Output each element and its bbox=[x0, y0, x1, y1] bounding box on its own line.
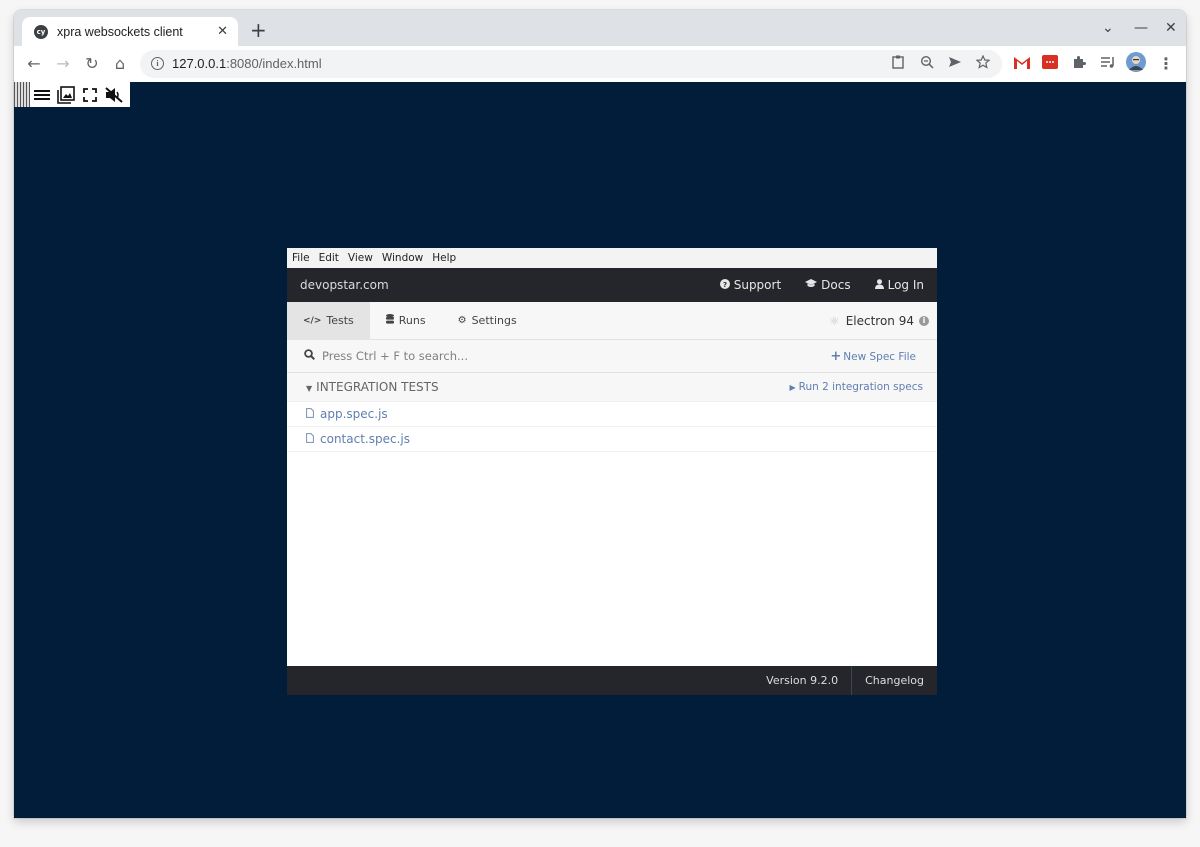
clipboard-icon[interactable] bbox=[892, 55, 904, 73]
tab-runs-label: Runs bbox=[398, 314, 426, 327]
question-circle-icon: ? bbox=[719, 278, 730, 292]
graduation-cap-icon bbox=[805, 279, 818, 291]
tab-settings-label: Settings bbox=[471, 314, 517, 327]
version-label: Version 9.2.0 bbox=[753, 666, 853, 695]
xpra-toolbar bbox=[14, 82, 130, 107]
support-label: Support bbox=[733, 278, 782, 292]
media-queue-icon[interactable] bbox=[1100, 54, 1116, 73]
address-bar[interactable]: i 127.0.0.1:8080/index.html bbox=[140, 50, 1002, 78]
spec-name: contact.spec.js bbox=[320, 432, 410, 446]
close-window-icon[interactable]: ✕ bbox=[1165, 20, 1177, 36]
run-all-label: Run 2 integration specs bbox=[798, 381, 923, 393]
support-link[interactable]: ? Support bbox=[719, 278, 782, 292]
menu-edit[interactable]: Edit bbox=[319, 252, 339, 264]
nav-tabs: </> Tests Runs ⚙ Settings ⚛ Electron 94 … bbox=[287, 301, 937, 340]
code-icon: </> bbox=[303, 315, 322, 326]
spec-search-input[interactable] bbox=[322, 349, 622, 363]
drag-handle[interactable] bbox=[14, 82, 30, 107]
windows-icon[interactable] bbox=[54, 83, 78, 107]
mute-icon[interactable] bbox=[102, 83, 126, 107]
tab-close-icon[interactable]: ✕ bbox=[217, 24, 228, 39]
menu-view[interactable]: View bbox=[348, 252, 373, 264]
minimize-icon[interactable]: — bbox=[1134, 20, 1148, 36]
caret-down-icon: ▼ bbox=[306, 384, 313, 393]
tab-strip: cy xpra websockets client ✕ + ⌄ — ✕ bbox=[14, 10, 1186, 46]
cypress-favicon-icon: cy bbox=[34, 24, 48, 39]
xpra-viewport: File Edit View Window Help devopstar.com… bbox=[14, 82, 1186, 818]
project-name: devopstar.com bbox=[300, 278, 389, 292]
docs-link[interactable]: Docs bbox=[805, 278, 851, 292]
tab-settings[interactable]: ⚙ Settings bbox=[442, 302, 533, 340]
app-footer: Version 9.2.0 Changelog bbox=[287, 666, 937, 695]
menu-window[interactable]: Window bbox=[382, 252, 423, 264]
browser-tab[interactable]: cy xpra websockets client ✕ bbox=[22, 17, 238, 46]
group-toggle[interactable]: ▼ INTEGRATION TESTS bbox=[306, 380, 439, 394]
changelog-link[interactable]: Changelog bbox=[852, 674, 937, 687]
run-all-specs-button[interactable]: ▶ Run 2 integration specs bbox=[789, 381, 923, 393]
spec-list-item[interactable]: app.spec.js bbox=[287, 402, 937, 427]
app-menubar: File Edit View Window Help bbox=[287, 248, 937, 268]
menu-file[interactable]: File bbox=[292, 252, 310, 264]
extension-red-icon[interactable] bbox=[1042, 54, 1058, 73]
menu-help[interactable]: Help bbox=[432, 252, 456, 264]
tab-search-icon[interactable]: ⌄ bbox=[1102, 20, 1114, 36]
send-icon[interactable] bbox=[948, 55, 962, 73]
forward-icon[interactable]: → bbox=[53, 54, 73, 74]
url-path: :8080/index.html bbox=[226, 56, 322, 71]
back-icon[interactable]: ← bbox=[24, 54, 44, 74]
integration-tests-group: ▼ INTEGRATION TESTS ▶ Run 2 integration sp… bbox=[287, 373, 937, 402]
new-spec-label: New Spec File bbox=[843, 351, 916, 363]
plus-icon: + bbox=[830, 349, 842, 364]
cypress-app-window: File Edit View Window Help devopstar.com… bbox=[287, 248, 937, 695]
login-link[interactable]: Log In bbox=[874, 278, 924, 292]
browser-toolbar: ← → ↻ ⌂ i 127.0.0.1:8080/index.html ⋮ bbox=[14, 46, 1186, 82]
login-label: Log In bbox=[887, 278, 924, 292]
spec-name: app.spec.js bbox=[320, 407, 388, 421]
reload-icon[interactable]: ↻ bbox=[82, 54, 102, 74]
group-title: INTEGRATION TESTS bbox=[316, 380, 439, 394]
new-spec-file-button[interactable]: + New Spec File bbox=[830, 349, 916, 364]
info-icon[interactable]: i bbox=[919, 316, 929, 326]
browser-label: Electron 94 bbox=[845, 314, 914, 328]
app-header: devopstar.com ? Support Docs Log In bbox=[287, 268, 937, 302]
new-tab-button[interactable]: + bbox=[250, 19, 267, 41]
profile-avatar[interactable] bbox=[1126, 52, 1146, 76]
file-icon bbox=[306, 407, 314, 421]
search-bar: +New Spec File bbox=[287, 340, 937, 373]
docs-label: Docs bbox=[821, 278, 851, 292]
url-host: 127.0.0.1 bbox=[172, 56, 227, 71]
home-icon[interactable]: ⌂ bbox=[110, 54, 130, 74]
tab-tests[interactable]: </> Tests bbox=[287, 301, 370, 340]
database-icon bbox=[385, 314, 394, 327]
browser-window: cy xpra websockets client ✕ + ⌄ — ✕ ← → … bbox=[14, 10, 1186, 818]
browser-menu-icon[interactable]: ⋮ bbox=[1156, 54, 1176, 74]
bookmark-star-icon[interactable] bbox=[975, 54, 991, 73]
tab-runs[interactable]: Runs bbox=[370, 302, 442, 340]
play-icon: ▶ bbox=[789, 383, 796, 392]
electron-icon: ⚛ bbox=[828, 314, 840, 328]
menu-icon[interactable] bbox=[30, 83, 54, 107]
site-info-icon[interactable]: i bbox=[151, 57, 164, 70]
url-text[interactable]: 127.0.0.1:8080/index.html bbox=[172, 56, 322, 71]
tab-tests-label: Tests bbox=[326, 314, 354, 327]
tab-title: xpra websockets client bbox=[57, 24, 183, 39]
zoom-out-icon[interactable] bbox=[920, 55, 934, 73]
spec-list-item[interactable]: contact.spec.js bbox=[287, 427, 937, 452]
search-icon bbox=[304, 349, 316, 363]
gear-icon: ⚙ bbox=[457, 315, 467, 326]
file-icon bbox=[306, 432, 314, 446]
browser-selector[interactable]: ⚛ Electron 94 i bbox=[829, 302, 929, 340]
gmail-icon[interactable] bbox=[1014, 54, 1030, 73]
svg-text:?: ? bbox=[723, 281, 727, 289]
extensions-puzzle-icon[interactable] bbox=[1072, 54, 1086, 73]
fullscreen-icon[interactable] bbox=[78, 83, 102, 107]
user-icon bbox=[874, 278, 884, 292]
